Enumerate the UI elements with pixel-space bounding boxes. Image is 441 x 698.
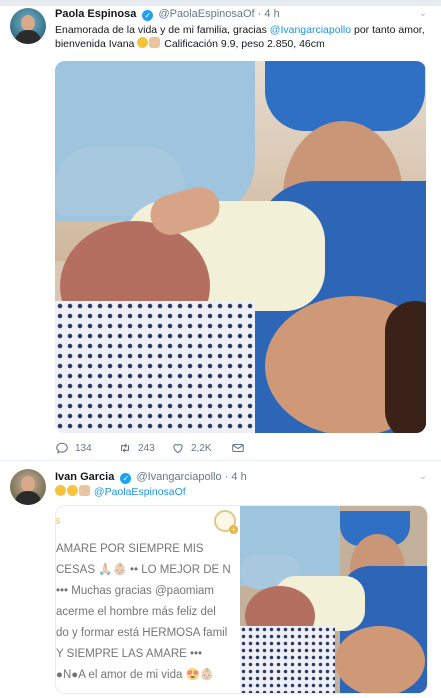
retweet-button[interactable]: 243: [118, 441, 155, 455]
tweet-actions: 134 243 2,2K: [55, 441, 375, 457]
photo-screenshot-caption: as AMARE POR SIEMPRE MIS CESAS 🙏🏼👶🏼 •• L…: [56, 506, 240, 693]
tweet-header: Ivan Garcia ✓ @Ivangarciapollo · 4 h: [55, 471, 247, 484]
photo-mother-face: [335, 626, 425, 693]
separator: ·: [224, 471, 229, 483]
avatar-face: [21, 476, 35, 492]
tweet-text-part: Enamorada de la vida y de mi familia, gr…: [55, 24, 270, 36]
avatar[interactable]: [10, 8, 46, 44]
smiling-face-heart-eyes-emoji: [67, 485, 78, 496]
tweet-photo-collage[interactable]: as AMARE POR SIEMPRE MIS CESAS 🙏🏼👶🏼 •• L…: [55, 505, 428, 694]
avatar-body: [15, 30, 41, 44]
user-handle[interactable]: @Ivangarciapollo: [136, 471, 221, 483]
reply-count: 134: [75, 442, 92, 454]
add-user-icon: +: [214, 510, 238, 534]
avatar-body: [15, 491, 41, 505]
heart-icon: [173, 444, 183, 454]
photo-hospital-gown: [240, 626, 335, 693]
mention-link[interactable]: @PaolaEspinosaOf: [94, 486, 186, 498]
tweet-text-part: por tanto amor,: [351, 24, 425, 36]
reply-button[interactable]: 134: [55, 441, 92, 455]
chevron-down-icon[interactable]: ⌄: [419, 8, 427, 19]
tweet-header: Paola Espinosa ✓ @PaolaEspinosaOf · 4 h: [55, 8, 280, 21]
photo-hospital-gown: [55, 301, 255, 433]
reply-icon: [56, 442, 68, 454]
smiling-face-heart-eyes-emoji: [137, 37, 149, 48]
photo-mother-hair: [385, 301, 426, 433]
folded-hands-emoji: [79, 485, 90, 496]
tweet-text: Enamorada de la vida y de mi familia, gr…: [55, 23, 435, 51]
avatar[interactable]: [10, 469, 46, 505]
smiling-face-heart-eyes-emoji: [55, 485, 66, 496]
verified-badge-icon: ✓: [142, 10, 154, 21]
tweet-paola[interactable]: Paola Espinosa ✓ @PaolaEspinosaOf · 4 h …: [0, 4, 441, 460]
tweet-text-part: bienvenida Ivana: [55, 38, 135, 50]
avatar-face: [21, 15, 35, 31]
like-button[interactable]: 2,2K: [171, 441, 212, 455]
display-name[interactable]: Paola Espinosa: [55, 8, 136, 20]
timestamp[interactable]: 4 h: [231, 471, 246, 483]
tweet-text: @PaolaEspinosaOf: [55, 485, 435, 499]
tweet-photo-newborn[interactable]: [55, 61, 426, 433]
tweet-text-part: Calificación 9.9, peso 2.850, 46cm: [161, 38, 325, 50]
photo-blur-overlay: [56, 506, 240, 693]
retweet-count: 243: [138, 442, 155, 454]
retweet-icon: [120, 443, 130, 453]
like-count: 2,2K: [191, 442, 212, 454]
photo-newborn-thumbnail: [240, 506, 427, 693]
chevron-down-icon[interactable]: ⌄: [419, 471, 427, 482]
timestamp[interactable]: 4 h: [264, 8, 279, 20]
direct-message-button[interactable]: [231, 441, 245, 455]
envelope-icon: [232, 443, 244, 453]
separator: ·: [257, 8, 262, 20]
baby-emoji: [149, 37, 161, 48]
verified-badge-icon: ✓: [120, 473, 132, 484]
mention-link[interactable]: @Ivangarciapollo: [270, 24, 351, 36]
plus-icon: +: [229, 525, 238, 534]
tweet-ivan[interactable]: Ivan Garcia ✓ @Ivangarciapollo · 4 h ⌄ @…: [0, 460, 441, 698]
display-name[interactable]: Ivan Garcia: [55, 471, 114, 483]
user-handle[interactable]: @PaolaEspinosaOf: [158, 8, 254, 20]
